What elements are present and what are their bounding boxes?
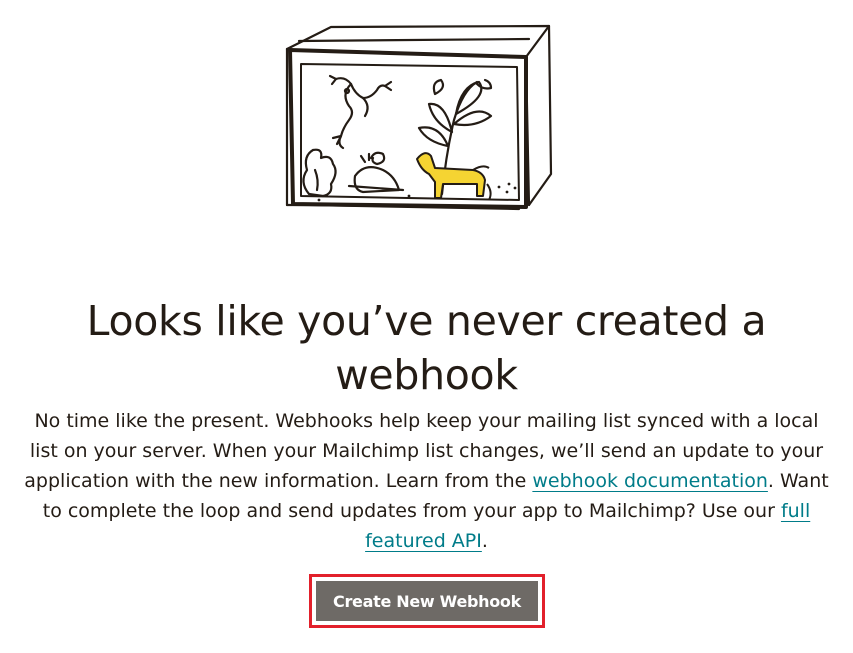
webhook-documentation-link[interactable]: webhook documentation	[532, 470, 768, 492]
page-title: Looks like you’ve never created a webhoo…	[86, 297, 767, 399]
description-text: .	[481, 530, 488, 552]
create-new-webhook-button[interactable]: Create New Webhook	[316, 581, 538, 621]
empty-state-description: No time like the present. Webhooks help …	[24, 406, 829, 556]
highlight-outline: Create New Webhook	[309, 574, 545, 628]
terrarium-illustration	[279, 24, 561, 220]
